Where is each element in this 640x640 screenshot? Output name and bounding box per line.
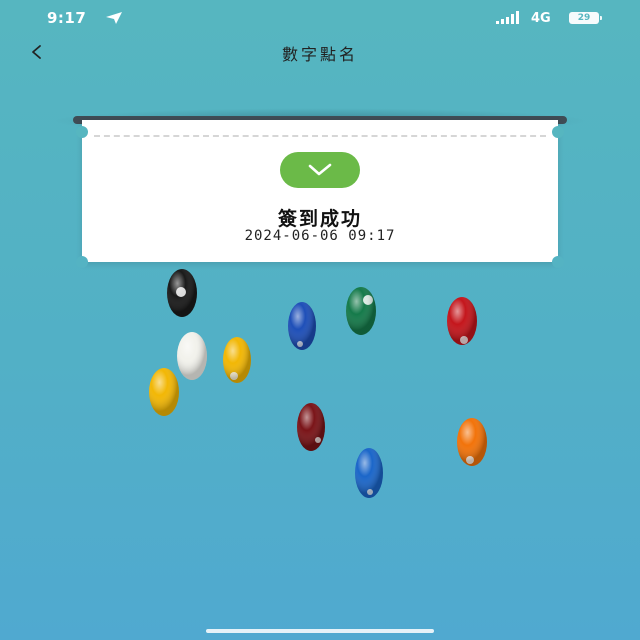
- checkin-ticket: 簽到成功 2024-06-06 09:17: [76, 120, 564, 268]
- ball-yellow-right: [223, 337, 251, 383]
- ball-blue-bottom: [355, 448, 383, 498]
- ball-red: [447, 297, 477, 345]
- ball-green: [346, 287, 376, 335]
- ball-orange: [457, 418, 487, 466]
- ball-black: [167, 269, 197, 317]
- billiard-balls-decoration: [149, 269, 487, 498]
- home-indicator[interactable]: [206, 629, 434, 633]
- tear-line: [94, 135, 546, 137]
- battery-icon: 29: [569, 12, 603, 24]
- ball-maroon: [297, 403, 325, 451]
- ball-yellow-left: [149, 368, 179, 416]
- checkin-timestamp: 2024-06-06 09:17: [244, 228, 396, 244]
- location-arrow-icon: [106, 12, 122, 24]
- success-badge: [280, 152, 360, 188]
- network-type: 4G: [531, 11, 551, 26]
- ball-white: [177, 332, 207, 380]
- checkin-status: 簽到成功: [277, 208, 362, 230]
- checkmark-icon: [308, 163, 332, 176]
- nav-bar: 數字點名: [0, 36, 640, 66]
- signal-bars-icon: [496, 11, 519, 24]
- battery-level: 29: [577, 13, 591, 23]
- ball-blue-middle: [288, 302, 316, 350]
- status-time: 9:17: [47, 9, 87, 27]
- page-title: 數字點名: [281, 45, 358, 64]
- status-bar: 9:17 4G 29: [0, 0, 640, 36]
